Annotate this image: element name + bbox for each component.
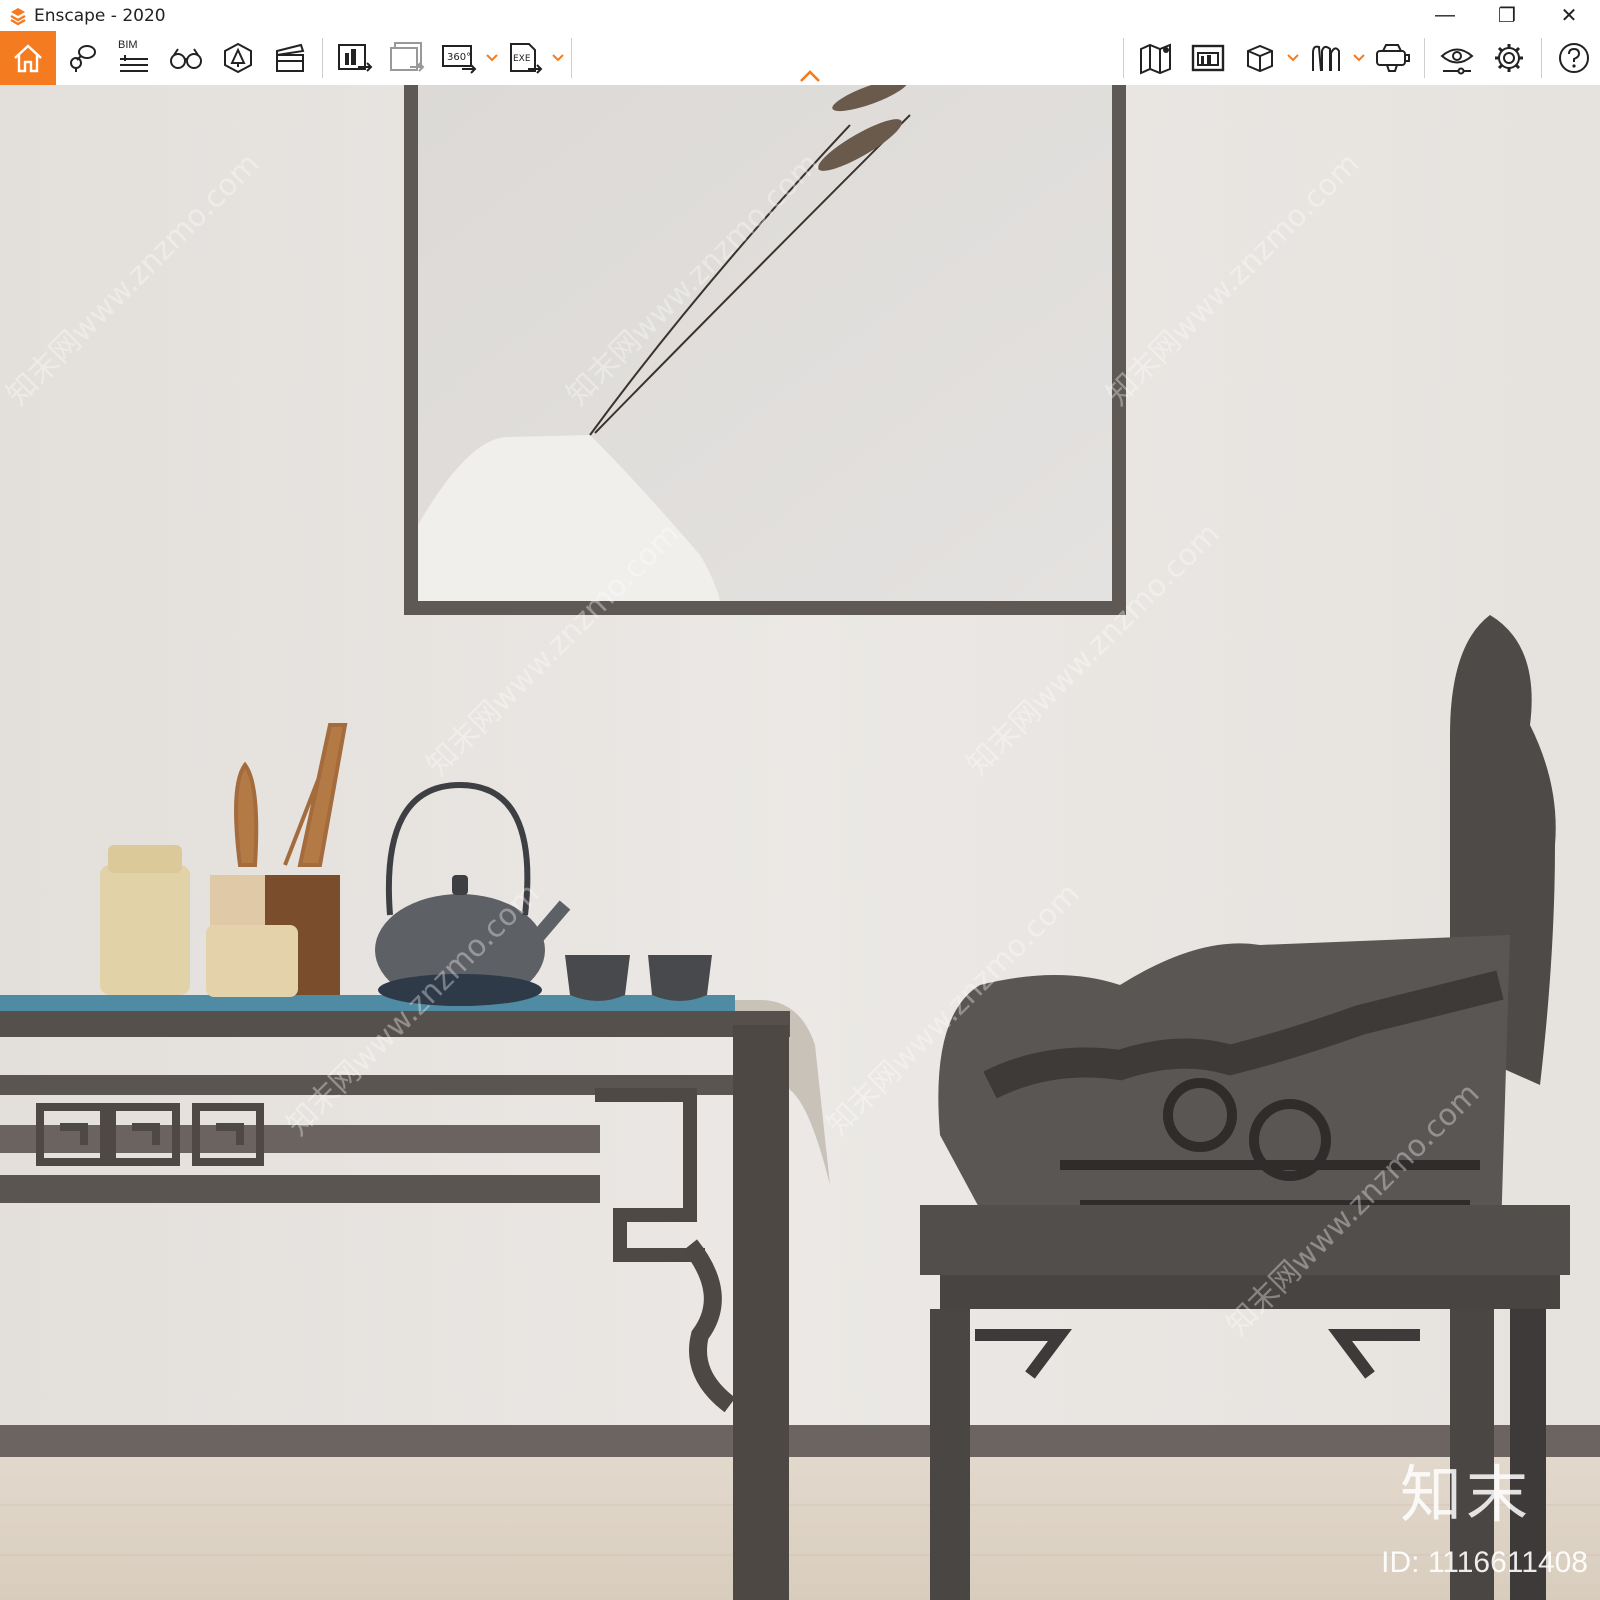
minimize-button[interactable]: —: [1414, 0, 1476, 31]
render-gallery-icon: [1191, 44, 1225, 72]
render-viewport[interactable]: 知末网www.znzmo.com 知末网www.znzmo.com 知末网www…: [0, 85, 1600, 1600]
gear-icon: [1495, 44, 1523, 72]
view-mode-button[interactable]: [1234, 31, 1286, 85]
close-button[interactable]: ✕: [1538, 0, 1600, 31]
capture-manager-button[interactable]: [1182, 31, 1234, 85]
chevron-down-icon: [486, 54, 498, 62]
toolbar-separator: [1424, 38, 1425, 78]
title-bar: Enscape - 2020 — ❐ ✕: [0, 0, 1600, 31]
panorama-dropdown[interactable]: [485, 31, 499, 85]
asset-id-label: ID: 1116611408: [1381, 1546, 1588, 1579]
export-exe-icon: EXE: [510, 43, 543, 74]
home-button[interactable]: [0, 31, 56, 85]
batch-render-icon: [390, 42, 425, 72]
safe-frame-dropdown[interactable]: [1352, 31, 1366, 85]
location-pins-icon: [70, 45, 96, 72]
visual-settings-button[interactable]: [1431, 31, 1483, 85]
bim-button[interactable]: BIM: [108, 31, 160, 85]
screenshot-button[interactable]: [329, 31, 381, 85]
cube-icon: [1247, 44, 1273, 73]
asset-library-button[interactable]: [212, 31, 264, 85]
help-button[interactable]: [1548, 31, 1600, 85]
export-dropdown[interactable]: [551, 31, 565, 85]
walk-mode-button[interactable]: [160, 31, 212, 85]
rendered-scene: [0, 85, 1600, 1600]
view-management-button[interactable]: [56, 31, 108, 85]
brand-watermark-logo: 知末: [1399, 1458, 1532, 1531]
clapperboard-icon: [276, 43, 305, 72]
wall-art-frame: [404, 85, 1126, 615]
batch-render-button[interactable]: [381, 31, 433, 85]
binoculars-icon: [170, 48, 202, 69]
view-mode-dropdown[interactable]: [1286, 31, 1300, 85]
columns-icon: [1312, 45, 1340, 72]
home-icon: [14, 44, 42, 73]
exe-label: EXE: [513, 54, 531, 64]
panorama-button[interactable]: 360°: [433, 31, 485, 85]
enscape-logo-icon: [10, 7, 26, 25]
map-button[interactable]: [1130, 31, 1182, 85]
map-pin-icon: [1140, 43, 1171, 75]
toolbar-separator: [1541, 38, 1542, 78]
video-editor-button[interactable]: [264, 31, 316, 85]
eye-settings-icon: [1440, 48, 1474, 75]
vr-headset-icon: [1376, 44, 1410, 72]
chevron-down-icon: [1287, 54, 1299, 62]
general-settings-button[interactable]: [1483, 31, 1535, 85]
window-controls: — ❐ ✕: [1414, 0, 1600, 31]
chevron-down-icon: [1353, 54, 1365, 62]
restore-button[interactable]: ❐: [1476, 0, 1538, 31]
panorama-label: 360°: [447, 52, 471, 63]
tree-asset-icon: [224, 42, 252, 74]
bim-label: BIM: [118, 39, 138, 51]
toolbar-separator: [322, 38, 323, 78]
safe-frame-button[interactable]: [1300, 31, 1352, 85]
toolbar-separator: [571, 38, 572, 78]
export-exe-button[interactable]: EXE: [499, 31, 551, 85]
chevron-down-icon: [552, 54, 564, 62]
window-title: Enscape - 2020: [34, 5, 166, 26]
toolbar-separator: [1123, 38, 1124, 78]
panorama-360-icon: 360°: [442, 45, 477, 74]
vr-headset-button[interactable]: [1366, 31, 1418, 85]
render-screenshot-icon: [338, 44, 373, 72]
help-icon: [1559, 43, 1589, 73]
collapse-toolbar-chevron-icon[interactable]: [798, 68, 822, 84]
